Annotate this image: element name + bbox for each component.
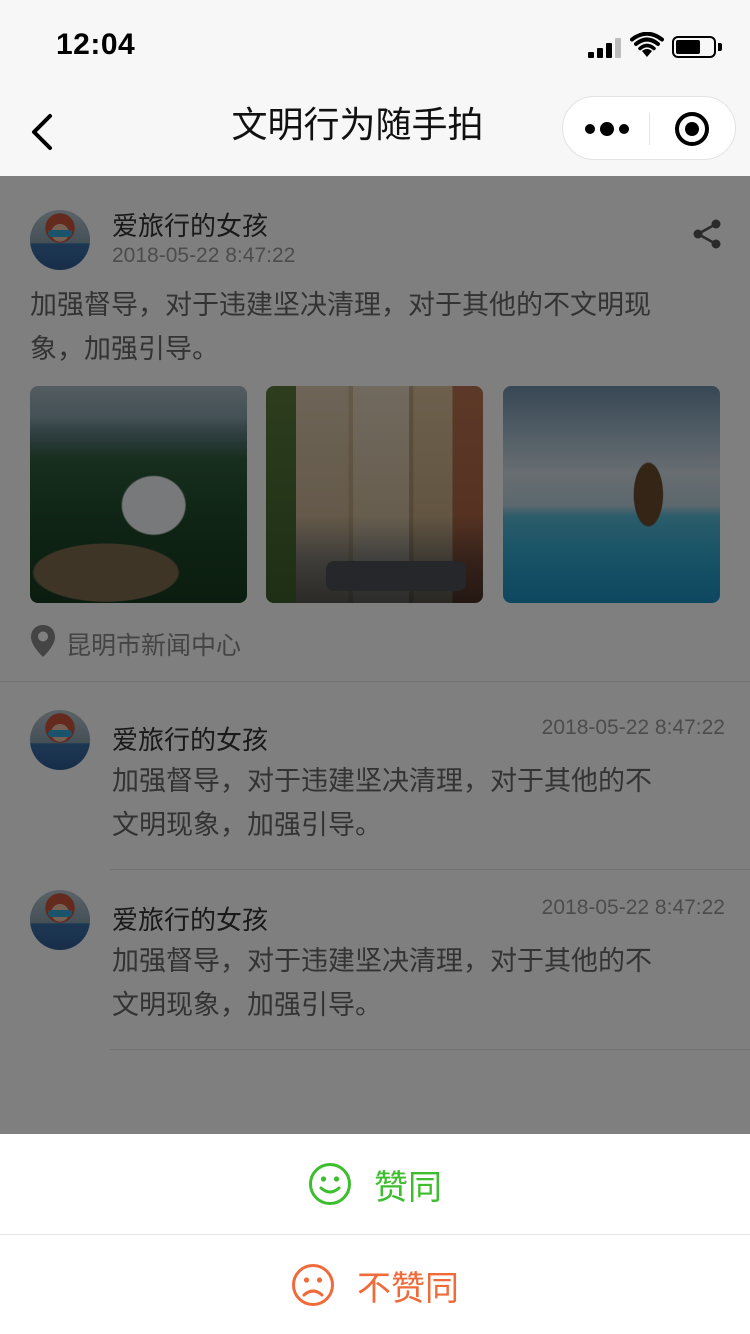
status-bar: 12:04 [0, 0, 750, 88]
wifi-icon [630, 32, 664, 57]
status-time: 12:04 [56, 28, 136, 61]
disagree-button[interactable]: 不赞同 [0, 1235, 750, 1334]
more-options-icon[interactable] [563, 97, 650, 161]
navigation-bar: 文明行为随手拍 [0, 88, 750, 176]
agree-button[interactable]: 赞同 [0, 1134, 750, 1234]
close-capsule-icon[interactable] [675, 112, 709, 146]
agree-label: 赞同 [374, 1167, 442, 1208]
modal-overlay[interactable] [0, 176, 750, 1134]
cellular-signal-icon [588, 38, 624, 58]
frown-icon [292, 1264, 334, 1306]
mini-program-capsule [562, 96, 736, 160]
action-sheet: 赞同 不赞同 [0, 1134, 750, 1334]
disagree-label: 不赞同 [357, 1268, 459, 1309]
battery-icon [672, 36, 722, 58]
smile-icon [309, 1163, 351, 1205]
